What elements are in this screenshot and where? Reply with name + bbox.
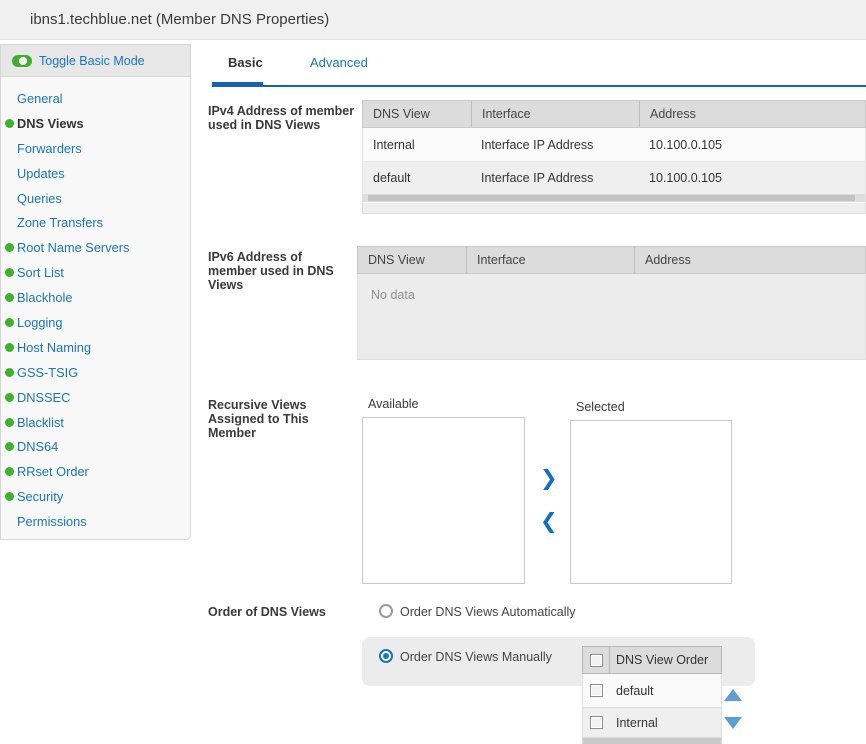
- status-dot-icon: [5, 119, 14, 128]
- order-section-label: Order of DNS Views: [208, 605, 358, 619]
- sidebar-item-security[interactable]: Security: [1, 484, 190, 509]
- horizontal-scrollbar: [362, 194, 866, 202]
- scrollbar-thumb[interactable]: [368, 195, 855, 201]
- member-dns-properties-dialog: ibns1.techblue.net (Member DNS Propertie…: [0, 0, 866, 744]
- sidebar-item-rrset-order[interactable]: RRset Order: [1, 459, 190, 484]
- status-dot-icon: [5, 343, 14, 352]
- cell-address: 10.100.0.105: [639, 128, 865, 161]
- titlebar: ibns1.techblue.net (Member DNS Propertie…: [0, 0, 866, 40]
- column-header-dns-view: DNS View: [363, 101, 471, 127]
- order-manually-radio[interactable]: [379, 649, 393, 663]
- status-dot-icon: [5, 268, 14, 277]
- status-dot-icon: [5, 318, 14, 327]
- header-separator: [609, 647, 610, 674]
- ipv6-table-header: DNS View Interface Address: [357, 246, 866, 274]
- table-row[interactable]: Internal Interface IP Address 10.100.0.1…: [362, 128, 866, 161]
- status-dot-icon: [5, 442, 14, 451]
- dns-view-order-header-label: DNS View Order: [616, 653, 708, 667]
- toggle-basic-mode-label: Toggle Basic Mode: [39, 54, 145, 68]
- sidebar-item-zone-transfers[interactable]: Zone Transfers: [1, 210, 190, 235]
- dns-view-order-header: DNS View Order: [582, 646, 722, 674]
- available-listbox[interactable]: [362, 417, 525, 584]
- sidebar-item-permissions[interactable]: Permissions: [1, 509, 190, 534]
- move-up-button[interactable]: [724, 689, 742, 701]
- selected-list-label: Selected: [576, 400, 625, 414]
- sidebar-item-forwarders[interactable]: Forwarders: [1, 136, 190, 161]
- order-row-internal: Internal: [582, 708, 722, 738]
- cell-address: 10.100.0.105: [639, 162, 865, 194]
- cell-interface: Interface IP Address: [471, 162, 639, 194]
- ipv6-section-label: IPv6 Address of member used in DNS Views: [208, 250, 340, 292]
- order-row-default: default: [582, 674, 722, 708]
- row-checkbox[interactable]: [590, 716, 603, 729]
- sidebar-item-logging[interactable]: Logging: [1, 310, 190, 335]
- order-automatically-radio[interactable]: [379, 604, 393, 618]
- move-right-button[interactable]: ❯: [540, 467, 558, 489]
- status-dot-icon: [5, 293, 14, 302]
- column-header-interface: Interface: [466, 247, 634, 273]
- column-header-interface: Interface: [471, 101, 639, 127]
- selected-listbox[interactable]: [570, 420, 732, 584]
- tab-divider: [212, 85, 866, 87]
- sidebar: Toggle Basic Mode General DNS Views Forw…: [0, 44, 191, 540]
- tab-advanced[interactable]: Advanced: [310, 55, 368, 70]
- toggle-on-icon: [12, 55, 32, 67]
- sidebar-item-dns64[interactable]: DNS64: [1, 434, 190, 459]
- recursive-views-section-label: Recursive Views Assigned to This Member: [208, 398, 320, 440]
- dns-view-order-table: DNS View Order default Internal: [582, 646, 722, 744]
- sidebar-item-blackhole[interactable]: Blackhole: [1, 285, 190, 310]
- sidebar-item-dnssec[interactable]: DNSSEC: [1, 385, 190, 410]
- column-header-dns-view: DNS View: [358, 247, 466, 273]
- sidebar-item-sort-list[interactable]: Sort List: [1, 260, 190, 285]
- ipv4-table-header: DNS View Interface Address: [362, 100, 866, 128]
- empty-table-message: No data: [357, 274, 866, 360]
- sidebar-item-blacklist[interactable]: Blacklist: [1, 410, 190, 435]
- sidebar-item-host-naming[interactable]: Host Naming: [1, 335, 190, 360]
- column-header-address: Address: [639, 101, 865, 127]
- tab-active-indicator: [212, 82, 263, 87]
- sidebar-item-gss-tsig[interactable]: GSS-TSIG: [1, 360, 190, 385]
- status-dot-icon: [5, 393, 14, 402]
- table-row[interactable]: default Interface IP Address 10.100.0.10…: [362, 161, 866, 194]
- status-dot-icon: [5, 492, 14, 501]
- row-checkbox[interactable]: [590, 684, 603, 697]
- sidebar-item-dns-views[interactable]: DNS Views: [1, 111, 190, 136]
- ipv4-table: DNS View Interface Address Internal Inte…: [362, 100, 866, 214]
- order-automatically-label[interactable]: Order DNS Views Automatically: [400, 605, 576, 619]
- cell-dns-view: default: [363, 162, 471, 194]
- sidebar-item-updates[interactable]: Updates: [1, 161, 190, 186]
- order-manually-label[interactable]: Order DNS Views Manually: [400, 650, 552, 664]
- column-header-address: Address: [634, 247, 865, 273]
- order-table-scrollbar[interactable]: [582, 738, 722, 744]
- available-list-label: Available: [368, 397, 419, 411]
- cell-interface: Interface IP Address: [471, 128, 639, 161]
- status-dot-icon: [5, 368, 14, 377]
- move-left-button[interactable]: ❮: [540, 510, 558, 532]
- cell-dns-view: Internal: [363, 128, 471, 161]
- select-all-checkbox[interactable]: [590, 654, 603, 667]
- status-dot-icon: [5, 467, 14, 476]
- move-down-button[interactable]: [724, 717, 742, 729]
- status-dot-icon: [5, 418, 14, 427]
- toggle-knob-icon: [19, 57, 27, 65]
- ipv4-section-label: IPv4 Address of member used in DNS Views: [208, 104, 363, 132]
- table-footer: [362, 202, 866, 214]
- sidebar-item-root-name-servers[interactable]: Root Name Servers: [1, 235, 190, 260]
- sidebar-item-queries[interactable]: Queries: [1, 186, 190, 211]
- toggle-basic-mode[interactable]: Toggle Basic Mode: [1, 45, 190, 77]
- sidebar-item-general[interactable]: General: [1, 86, 190, 111]
- sidebar-items: General DNS Views Forwarders Updates Que…: [1, 77, 190, 534]
- tab-basic[interactable]: Basic: [228, 55, 263, 70]
- ipv6-table: DNS View Interface Address No data: [357, 246, 866, 360]
- page-title: ibns1.techblue.net (Member DNS Propertie…: [30, 0, 329, 40]
- status-dot-icon: [5, 243, 14, 252]
